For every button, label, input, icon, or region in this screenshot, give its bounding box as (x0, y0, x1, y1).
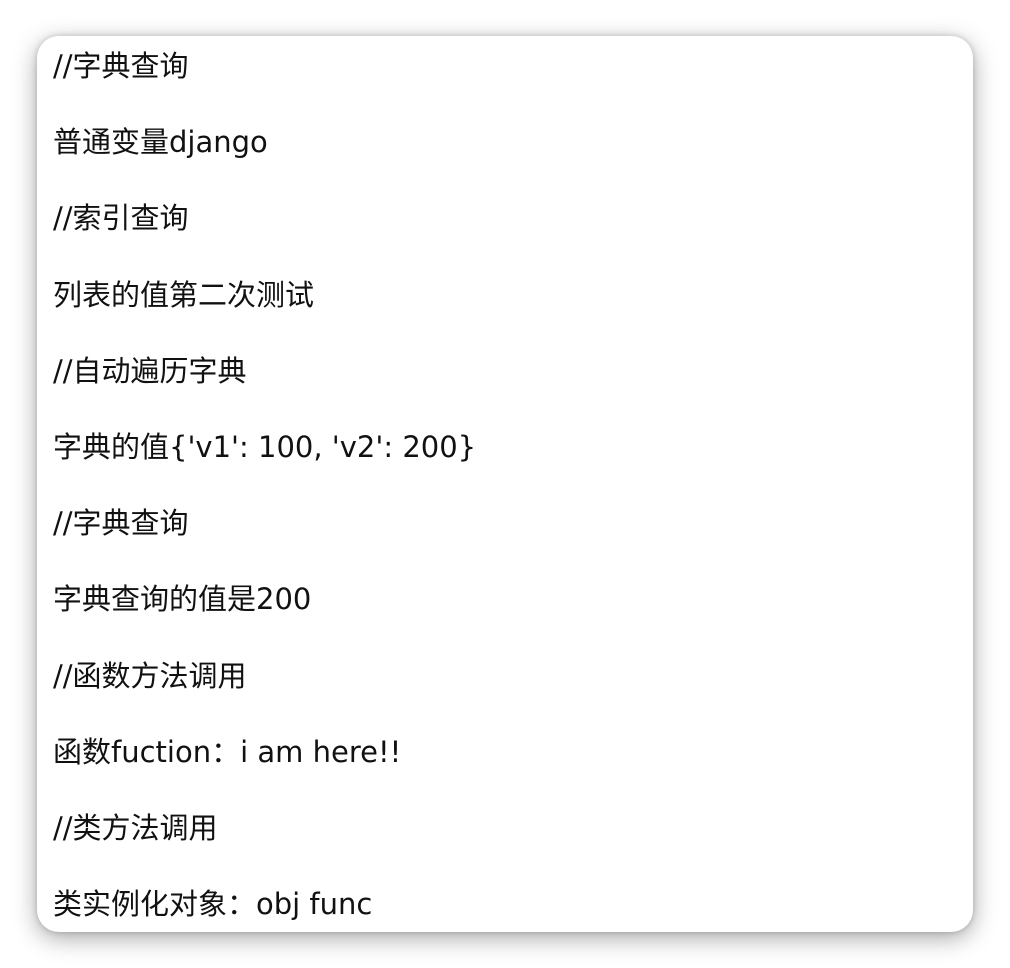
output-dict-query-value: 字典查询的值是200 (53, 582, 312, 617)
comment-class-method-call: //类方法调用 (53, 810, 218, 845)
comment-dict-query-2: //字典查询 (53, 506, 189, 541)
page-content: //字典查询 普通变量django //索引查询 列表的值第二次测试 //自动遍… (53, 46, 957, 932)
comment-index-query: //索引查询 (53, 201, 189, 236)
output-normal-variable: 普通变量django (53, 125, 268, 160)
comment-function-call: //函数方法调用 (53, 658, 247, 693)
output-dict-value: 字典的值{'v1': 100, 'v2': 200} (53, 429, 477, 464)
output-class-instance: 类实例化对象：obj func (53, 887, 373, 922)
comment-dict-iterate: //自动遍历字典 (53, 353, 247, 388)
output-list-value: 列表的值第二次测试 (53, 277, 315, 312)
comment-dict-query-1: //字典查询 (53, 49, 189, 83)
output-function-result: 函数fuction：i am here!! (53, 734, 402, 769)
page-window: //字典查询 普通变量django //索引查询 列表的值第二次测试 //自动遍… (37, 36, 973, 932)
